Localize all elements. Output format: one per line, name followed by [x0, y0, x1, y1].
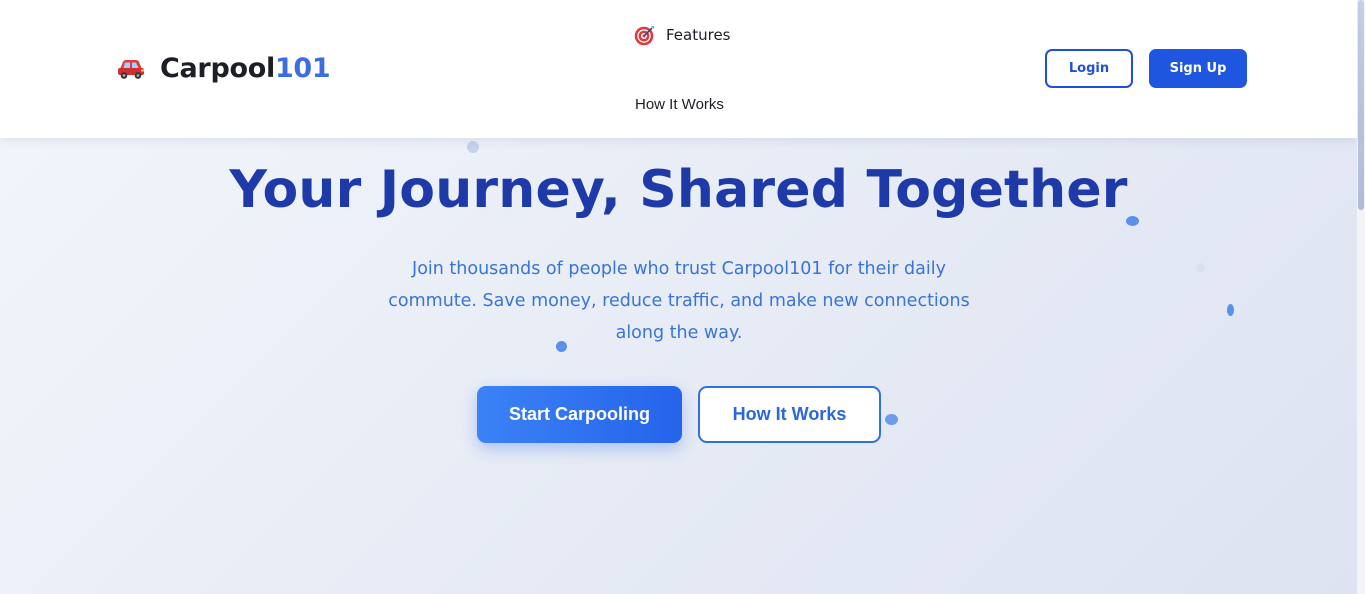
page-scrollbar[interactable] — [1357, 0, 1365, 594]
how-it-works-button[interactable]: How It Works — [698, 386, 881, 443]
decorative-dot — [1227, 304, 1234, 316]
login-button[interactable]: Login — [1045, 49, 1133, 88]
logo[interactable]: Carpool101 — [116, 53, 331, 84]
nav-how-it-works[interactable]: How It Works — [635, 96, 724, 113]
site-header: Carpool101 Features How It Works Login S… — [0, 0, 1357, 138]
scrollbar-thumb[interactable] — [1358, 0, 1364, 210]
decorative-dot — [467, 141, 479, 153]
car-icon — [116, 57, 146, 81]
start-carpooling-button[interactable]: Start Carpooling — [477, 386, 682, 443]
hero-title: Your Journey, Shared Together — [229, 160, 1128, 220]
decorative-dot — [885, 414, 898, 425]
nav-features[interactable]: Features — [634, 24, 731, 46]
nav-features-label: Features — [666, 26, 731, 44]
target-icon — [634, 24, 656, 46]
brand-name: Carpool101 — [160, 53, 331, 84]
signup-button[interactable]: Sign Up — [1149, 49, 1247, 88]
hero-subtitle: Join thousands of people who trust Carpo… — [388, 259, 970, 343]
brand-accent: 101 — [274, 53, 331, 84]
decorative-dot — [1196, 263, 1205, 272]
